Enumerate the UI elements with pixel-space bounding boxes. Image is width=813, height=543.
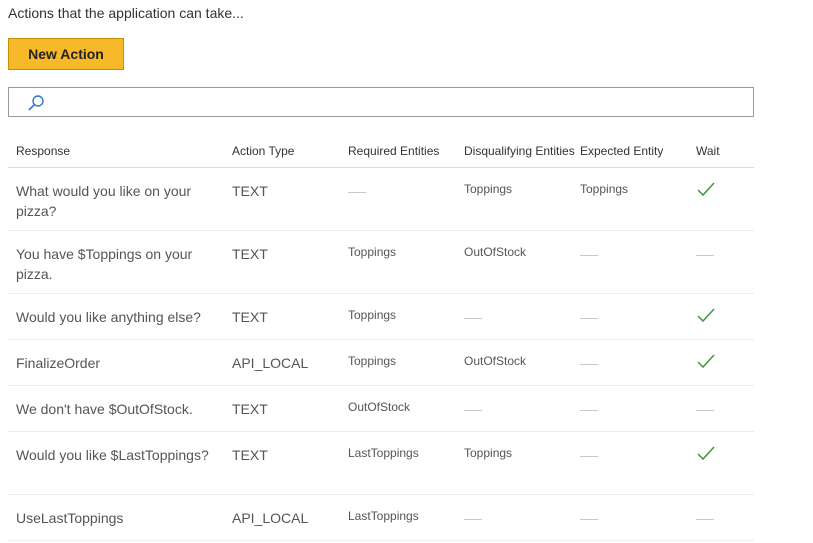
- expected-entity-cell: [580, 508, 598, 524]
- table-row[interactable]: FinalizeOrder API_LOCAL Toppings OutOfStock: [8, 340, 754, 386]
- dash-icon: [696, 519, 714, 520]
- wait-cell: [696, 508, 714, 524]
- search-box[interactable]: [8, 87, 754, 117]
- expected-entity-cell: [580, 244, 598, 260]
- dash-icon: [580, 410, 598, 411]
- checkmark-icon: [696, 181, 716, 197]
- disqualifying-entities-cell: OutOfStock: [464, 245, 527, 259]
- column-header-required-entities[interactable]: Required Entities: [348, 144, 439, 158]
- wait-cell: [696, 244, 714, 260]
- expected-entity-cell: Toppings: [580, 182, 629, 196]
- checkmark-icon: [696, 445, 716, 461]
- dash-icon: [580, 519, 598, 520]
- page-subtitle: Actions that the application can take...: [8, 5, 244, 21]
- action-type-cell: API_LOCAL: [232, 355, 309, 371]
- expected-entity-cell: [580, 353, 598, 369]
- disqualifying-entities-cell: OutOfStock: [464, 354, 527, 368]
- table-header: Response Action Type Required Entities D…: [8, 135, 754, 168]
- action-type-cell: TEXT: [232, 401, 268, 417]
- column-header-expected-entity[interactable]: Expected Entity: [580, 144, 663, 158]
- response-cell: You have $Toppings on your pizza.: [16, 246, 193, 282]
- disqualifying-entities-cell: [464, 307, 482, 323]
- response-cell: We don't have $OutOfStock.: [16, 401, 193, 417]
- disqualifying-entities-cell: [464, 399, 482, 415]
- column-header-wait[interactable]: Wait: [696, 144, 720, 158]
- new-action-button[interactable]: New Action: [8, 38, 124, 70]
- search-icon: [27, 94, 45, 112]
- table-row[interactable]: Would you like $LastToppings? TEXT LastTop…: [8, 432, 754, 495]
- action-type-cell: API_LOCAL: [232, 510, 309, 526]
- required-entities-cell: LastToppings: [348, 446, 419, 460]
- response-cell: FinalizeOrder: [16, 355, 101, 371]
- dash-icon: [580, 318, 598, 319]
- required-entities-cell: Toppings: [348, 245, 397, 259]
- response-cell: Would you like $LastToppings?: [16, 447, 209, 463]
- required-entities-cell: Toppings: [348, 308, 397, 322]
- wait-cell: [696, 307, 716, 327]
- dash-icon: [464, 318, 482, 319]
- action-type-cell: TEXT: [232, 447, 268, 463]
- response-cell: Would you like anything else?: [16, 309, 201, 325]
- disqualifying-entities-cell: [464, 508, 482, 524]
- search-input[interactable]: [53, 91, 747, 115]
- checkmark-icon: [696, 353, 716, 369]
- response-cell: What would you like on your pizza?: [16, 183, 192, 219]
- dash-icon: [696, 410, 714, 411]
- wait-cell: [696, 399, 714, 415]
- expected-entity-cell: [580, 307, 598, 323]
- table-row[interactable]: You have $Toppings on your pizza. TEXT Top…: [8, 231, 754, 294]
- dash-icon: [696, 255, 714, 256]
- expected-entity-cell: [580, 399, 598, 415]
- dash-icon: [580, 456, 598, 457]
- dash-icon: [580, 255, 598, 256]
- action-type-cell: TEXT: [232, 183, 268, 199]
- wait-cell: [696, 353, 716, 373]
- required-entities-cell: [348, 181, 366, 197]
- dash-icon: [464, 410, 482, 411]
- response-cell: UseLastToppings: [16, 510, 124, 526]
- wait-cell: [696, 445, 716, 465]
- wait-cell: [696, 181, 716, 201]
- table-row[interactable]: We don't have $OutOfStock. TEXT OutOfStock: [8, 386, 754, 432]
- required-entities-cell: Toppings: [348, 354, 397, 368]
- disqualifying-entities-cell: Toppings: [464, 182, 513, 196]
- actions-table: Response Action Type Required Entities D…: [8, 135, 754, 541]
- required-entities-cell: OutOfStock: [348, 400, 411, 414]
- table-body: What would you like on your pizza? TEXT To…: [8, 168, 754, 541]
- table-row[interactable]: Would you like anything else? TEXT Topping…: [8, 294, 754, 340]
- checkmark-icon: [696, 307, 716, 323]
- required-entities-cell: LastToppings: [348, 509, 419, 523]
- disqualifying-entities-cell: Toppings: [464, 446, 513, 460]
- table-row[interactable]: What would you like on your pizza? TEXT To…: [8, 168, 754, 231]
- dash-icon: [580, 364, 598, 365]
- table-row[interactable]: UseLastToppings API_LOCAL LastToppings: [8, 495, 754, 541]
- dash-icon: [348, 192, 366, 193]
- column-header-action-type[interactable]: Action Type: [232, 144, 294, 158]
- expected-entity-cell: [580, 445, 598, 461]
- action-type-cell: TEXT: [232, 246, 268, 262]
- dash-icon: [464, 519, 482, 520]
- action-type-cell: TEXT: [232, 309, 268, 325]
- column-header-response[interactable]: Response: [16, 144, 70, 158]
- column-header-disqualifying-entities[interactable]: Disqualifying Entities: [464, 144, 576, 158]
